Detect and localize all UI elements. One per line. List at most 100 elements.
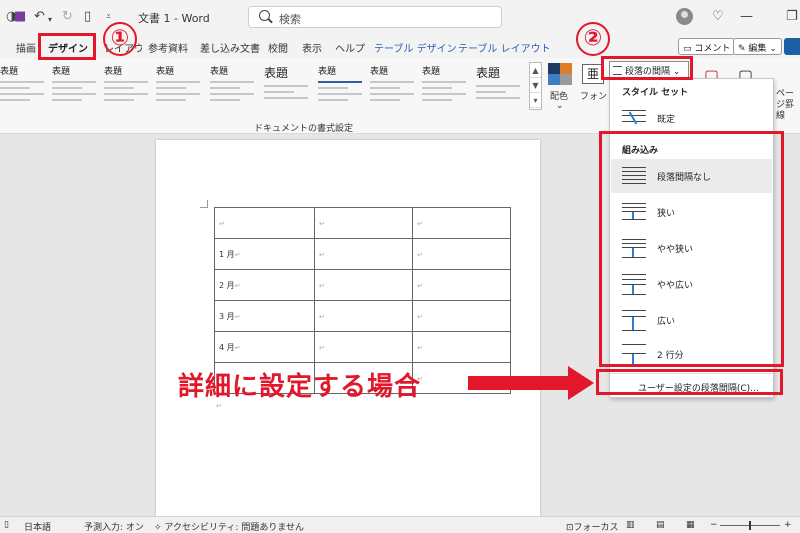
accessibility-label: アクセシビリティ: 問題ありません (164, 523, 305, 533)
style-set-thumbnail[interactable]: 表題 (52, 64, 102, 116)
table-cell[interactable]: 4 月↵ (214, 331, 315, 363)
paragraph-mark: ↵ (216, 402, 222, 410)
table-cell[interactable]: 3 月↵ (214, 300, 315, 332)
tab-table-layout[interactable]: テーブル レイアウト (458, 40, 551, 55)
customize-toolbar-icon[interactable]: ⩡ (106, 9, 111, 25)
web-layout-icon[interactable]: ▦ (686, 520, 695, 530)
style-thumb-title: 表題 (104, 67, 123, 77)
page-icon[interactable]: ▯ (4, 520, 9, 530)
annotation-arrow (468, 376, 570, 390)
language-status[interactable]: 日本語 (24, 520, 51, 533)
pencil-icon: ✎ (738, 44, 746, 54)
tab-help[interactable]: ヘルプ (335, 40, 365, 55)
highlight-builtin-options (599, 131, 784, 367)
gallery-more-icon[interactable]: ▾ (530, 93, 541, 108)
save-icon[interactable]: ■ (14, 9, 26, 25)
comment-icon: ▭ (683, 44, 692, 54)
style-thumb-title: 表題 (0, 67, 19, 77)
table-row: 3 月↵ ↵ ↵ (214, 300, 511, 332)
step-2-badge: ② (576, 22, 610, 56)
table-cell[interactable]: ↵ (412, 207, 511, 239)
style-thumb-title: 表題 (370, 67, 389, 77)
gallery-up-icon[interactable]: ▲ (530, 63, 541, 78)
document-formatting-group-label: ドキュメントの書式設定 (254, 124, 354, 134)
read-mode-icon[interactable]: ▥ (626, 520, 635, 530)
table-cell[interactable]: ↵ (314, 331, 413, 363)
style-set-thumbnail[interactable]: 表題 (370, 64, 420, 116)
margin-mark (200, 200, 208, 208)
style-set-thumbnail[interactable]: 表題 (264, 64, 314, 116)
table-row: 2 月↵ ↵ ↵ (214, 269, 511, 301)
focus-mode-button[interactable]: ⊡フォーカス (566, 520, 619, 533)
style-set-section-header: スタイル セット (622, 88, 689, 98)
highlight-custom-spacing (596, 369, 783, 395)
style-set-thumbnail[interactable]: 表題 (318, 64, 368, 116)
table-row: 1 月↵ ↵ ↵ (214, 238, 511, 270)
colors-button[interactable] (548, 63, 572, 85)
zoom-out-icon[interactable]: − (710, 520, 718, 530)
predictive-input-status[interactable]: 予測入力: オン (84, 520, 144, 533)
highlight-paragraph-spacing-button (601, 56, 693, 80)
style-set-thumbnail[interactable]: 表題 (0, 64, 50, 116)
table-cell[interactable]: ↵ (314, 238, 413, 270)
tab-review[interactable]: 校閲 (268, 40, 288, 55)
style-set-thumbnail[interactable]: 表題 (156, 64, 206, 116)
status-bar: ▯ 日本語 予測入力: オン ✧ アクセシビリティ: 問題ありません ⊡フォーカ… (0, 516, 800, 533)
table-cell[interactable]: ↵ (412, 269, 511, 301)
tab-mailings[interactable]: 差し込み文書 (200, 40, 260, 55)
table-cell[interactable]: 2 月↵ (214, 269, 315, 301)
annotation-note: 詳細に設定する場合 (178, 372, 422, 402)
tab-references[interactable]: 参考資料 (148, 40, 188, 55)
style-thumb-title: 表題 (156, 67, 175, 77)
comment-label: コメント (694, 44, 731, 54)
accessibility-status[interactable]: ✧ アクセシビリティ: 問題ありません (154, 520, 304, 533)
table-cell[interactable]: ↵ (314, 300, 413, 332)
chevron-down-icon: ⌄ (769, 44, 777, 54)
user-avatar[interactable] (676, 8, 693, 25)
table-cell[interactable]: ↵ (412, 300, 511, 332)
page-borders-label[interactable]: ページ罫線 (776, 89, 800, 122)
redo-icon[interactable]: ↻ (62, 9, 73, 25)
chevron-down-icon[interactable]: ⌄ (556, 101, 564, 111)
share-button[interactable] (784, 38, 800, 55)
table-cell[interactable]: ↵ (412, 238, 511, 270)
lightbulb-icon[interactable]: ♡ (712, 9, 724, 25)
style-thumb-title: 表題 (52, 67, 71, 77)
table-cell[interactable]: ↵ (214, 207, 315, 239)
table-cell[interactable]: ↵ (412, 331, 511, 363)
annotation-arrow-head (568, 366, 594, 400)
table-cell[interactable]: 1 月↵ (214, 238, 315, 270)
editing-mode-button[interactable]: ✎ 編集 ⌄ (733, 38, 782, 55)
comment-button[interactable]: ▭ コメント (678, 38, 736, 55)
style-thumb-title: 表題 (318, 67, 337, 77)
minimize-icon[interactable]: — (740, 9, 753, 25)
style-set-thumbnail[interactable]: 表題 (210, 64, 260, 116)
table-cell[interactable]: ↵ (314, 207, 413, 239)
tab-draw[interactable]: 描画 (16, 40, 36, 55)
style-set-thumbnail[interactable]: 表題 (422, 64, 472, 116)
zoom-in-icon[interactable]: + (784, 520, 792, 530)
search-input[interactable]: 検索 (248, 6, 502, 28)
zoom-slider-thumb[interactable] (749, 521, 751, 530)
table-row: 4 月↵ ↵ ↵ (214, 331, 511, 363)
restore-window-icon[interactable]: ❐ (786, 9, 798, 25)
step-1-badge: ① (103, 22, 137, 56)
focus-icon: ⊡ (566, 523, 574, 533)
style-set-thumbnail[interactable]: 表題 (104, 64, 154, 116)
tab-view[interactable]: 表示 (302, 40, 322, 55)
menu-item-default[interactable]: 既定 (611, 101, 772, 135)
print-layout-icon[interactable]: ▤ (656, 520, 665, 530)
search-icon (259, 10, 270, 21)
tab-table-design[interactable]: テーブル デザイン (374, 40, 457, 55)
document-title: 文書 1 - Word (138, 12, 210, 25)
style-thumb-title: 表題 (264, 66, 289, 80)
gallery-down-icon[interactable]: ▼ (530, 78, 541, 93)
highlight-design-tab (38, 33, 96, 60)
undo-dropdown-icon[interactable]: ▾ (48, 12, 52, 28)
search-placeholder: 検索 (279, 13, 301, 26)
undo-icon[interactable]: ↶ (34, 9, 45, 25)
style-set-thumbnail[interactable]: 表題 (476, 64, 526, 116)
table-cell[interactable]: ↵ (314, 269, 413, 301)
style-gallery-scroll[interactable]: ▲ ▼ ▾ (529, 62, 542, 110)
new-document-icon[interactable]: ▯ (84, 9, 91, 25)
